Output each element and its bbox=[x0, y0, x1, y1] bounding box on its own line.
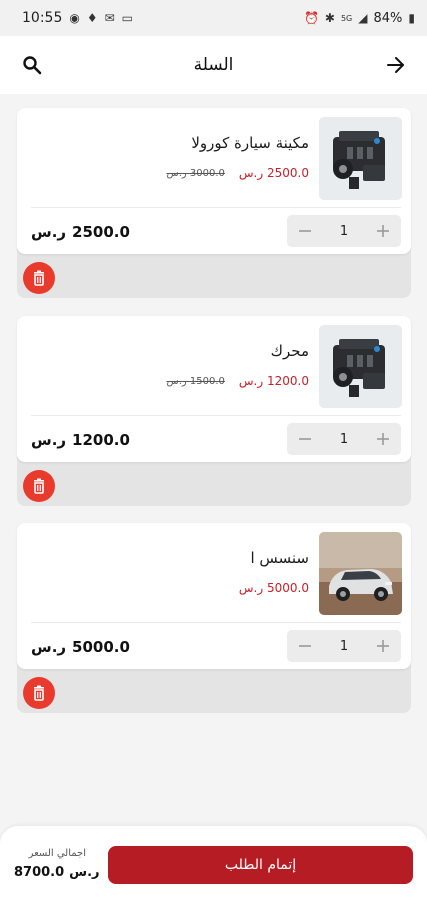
cart-item-card: سنسس ا 5000.0 ر.س 5000.0 ر.س 1 bbox=[17, 523, 411, 669]
quantity-value: 1 bbox=[339, 431, 349, 447]
minus-icon bbox=[299, 230, 311, 232]
quantity-stepper: 1 bbox=[287, 215, 401, 247]
price-row: 2500.0 ر.س 3000.0 ر.س bbox=[167, 166, 310, 180]
product-name[interactable]: مكينة سيارة كورولا bbox=[191, 134, 309, 152]
card-divider bbox=[31, 622, 401, 623]
cart-item: سنسس ا 5000.0 ر.س 5000.0 ر.س 1 bbox=[17, 523, 411, 713]
trash-icon bbox=[34, 478, 44, 494]
quantity-stepper: 1 bbox=[287, 423, 401, 455]
price-value: 2500.0 bbox=[267, 166, 309, 180]
product-image[interactable] bbox=[319, 532, 402, 615]
engine-image bbox=[319, 117, 402, 200]
card-divider bbox=[31, 207, 401, 208]
status-left: 10:55 ◉ ♦ ✉ ▭ bbox=[22, 10, 133, 26]
increase-button[interactable] bbox=[373, 221, 393, 241]
price-currency: ر.س bbox=[238, 581, 264, 595]
price-value: 5000.0 bbox=[267, 581, 309, 595]
trash-icon bbox=[34, 685, 44, 701]
screen-icon: ▭ bbox=[121, 11, 134, 25]
whatsapp-icon: ◉ bbox=[69, 11, 80, 25]
delete-button[interactable] bbox=[23, 262, 55, 294]
product-image[interactable] bbox=[319, 117, 402, 200]
plus-icon bbox=[377, 640, 389, 652]
cart-item-card: مكينة سيارة كورولا 2500.0 ر.س 3000.0 ر.س… bbox=[17, 108, 411, 254]
line-total-value: 2500.0 bbox=[72, 223, 130, 241]
delete-button[interactable] bbox=[23, 677, 55, 709]
notification-icon: ♦ bbox=[86, 11, 98, 25]
battery-icon: ▮ bbox=[408, 11, 415, 25]
line-total: 2500.0 ر.س bbox=[31, 223, 130, 241]
line-total-currency: ر.س bbox=[31, 638, 67, 656]
signal-icon: ◢ bbox=[358, 11, 368, 25]
product-price: 2500.0 ر.س bbox=[239, 166, 309, 180]
vibrate-icon: ✱ bbox=[324, 11, 335, 25]
old-price-value: 1500.0 bbox=[189, 375, 225, 387]
line-total-currency: ر.س bbox=[31, 223, 67, 241]
minus-icon bbox=[299, 645, 311, 647]
battery-level: 84% bbox=[373, 10, 403, 26]
line-total: 1200.0 ر.س bbox=[31, 431, 130, 449]
network-label: 5G bbox=[340, 13, 353, 23]
price-row: 5000.0 ر.س bbox=[239, 581, 309, 595]
card-divider bbox=[31, 415, 401, 416]
total-label: اجمالي السعر bbox=[28, 848, 86, 859]
quantity-value: 1 bbox=[339, 223, 349, 239]
delete-button[interactable] bbox=[23, 470, 55, 502]
car-image bbox=[319, 532, 402, 615]
price-currency: ر.س bbox=[238, 166, 264, 180]
decrease-button[interactable] bbox=[295, 636, 315, 656]
product-price: 1200.0 ر.س bbox=[239, 374, 309, 388]
alarm-icon: ⏰ bbox=[303, 11, 319, 25]
app-header: السلة bbox=[0, 36, 427, 94]
status-right: ⏰ ✱ 5G ◢ 84% ▮ bbox=[304, 11, 415, 26]
total-price-value: 8700.0 bbox=[14, 865, 65, 880]
increase-button[interactable] bbox=[373, 636, 393, 656]
arrow-right-icon bbox=[387, 57, 404, 73]
total-price-currency: ر.س bbox=[69, 865, 100, 880]
product-old-price: 3000.0 ر.س bbox=[167, 168, 225, 179]
line-total: 5000.0 ر.س bbox=[31, 638, 130, 656]
status-time: 10:55 bbox=[22, 10, 63, 26]
back-button[interactable] bbox=[381, 50, 411, 80]
price-value: 1200.0 bbox=[267, 374, 309, 388]
line-total-currency: ر.س bbox=[31, 431, 67, 449]
old-price-currency: ر.س bbox=[166, 167, 187, 179]
product-image[interactable] bbox=[319, 325, 402, 408]
checkout-bar: اجمالي السعر 8700.0 ر.س إتمام الطلب bbox=[0, 826, 427, 900]
status-bar: 10:55 ◉ ♦ ✉ ▭ ⏰ ✱ 5G ◢ 84% ▮ bbox=[0, 0, 427, 36]
product-old-price: 1500.0 ر.س bbox=[167, 376, 225, 387]
product-name[interactable]: محرك bbox=[271, 342, 309, 360]
checkout-button[interactable]: إتمام الطلب bbox=[108, 846, 413, 884]
cart-item: محرك 1200.0 ر.س 1500.0 ر.س 1200.0 ر.س 1 bbox=[17, 316, 411, 506]
price-row: 1200.0 ر.س 1500.0 ر.س bbox=[167, 374, 310, 388]
cart-item: مكينة سيارة كورولا 2500.0 ر.س 3000.0 ر.س… bbox=[17, 108, 411, 298]
search-button[interactable] bbox=[18, 51, 46, 79]
total-price: 8700.0 ر.س bbox=[14, 865, 100, 880]
page-title: السلة bbox=[193, 55, 234, 75]
decrease-button[interactable] bbox=[295, 221, 315, 241]
mail-icon: ✉ bbox=[104, 11, 115, 25]
plus-icon bbox=[377, 225, 389, 237]
quantity-stepper: 1 bbox=[287, 630, 401, 662]
engine-image bbox=[319, 325, 402, 408]
plus-icon bbox=[377, 433, 389, 445]
product-name[interactable]: سنسس ا bbox=[250, 549, 309, 567]
product-price: 5000.0 ر.س bbox=[239, 581, 309, 595]
line-total-value: 1200.0 bbox=[72, 431, 130, 449]
cart-item-card: محرك 1200.0 ر.س 1500.0 ر.س 1200.0 ر.س 1 bbox=[17, 316, 411, 462]
line-total-value: 5000.0 bbox=[72, 638, 130, 656]
decrease-button[interactable] bbox=[295, 429, 315, 449]
increase-button[interactable] bbox=[373, 429, 393, 449]
price-currency: ر.س bbox=[238, 374, 264, 388]
search-icon bbox=[23, 56, 42, 75]
quantity-value: 1 bbox=[339, 638, 349, 654]
old-price-currency: ر.س bbox=[166, 375, 187, 387]
trash-icon bbox=[34, 270, 44, 286]
minus-icon bbox=[299, 438, 311, 440]
old-price-value: 3000.0 bbox=[189, 167, 225, 179]
